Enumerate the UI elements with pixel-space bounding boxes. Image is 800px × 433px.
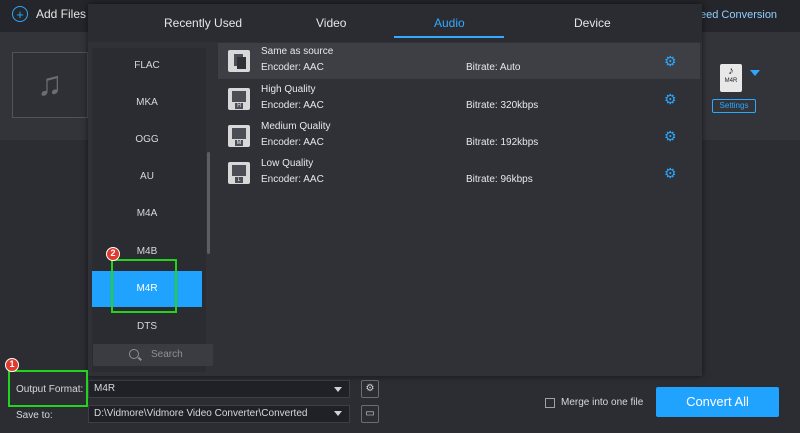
- active-tab-indicator: [394, 36, 504, 38]
- quality-badge: H: [235, 103, 243, 109]
- quality-badge: M: [235, 140, 243, 146]
- quality-name: Medium Quality: [261, 121, 331, 132]
- save-to-path: D:\Vidmore\Vidmore Video Converter\Conve…: [94, 408, 308, 419]
- save-to-label: Save to:: [16, 410, 53, 421]
- music-note-icon: ♫: [37, 65, 63, 103]
- quality-row-medium[interactable]: M Medium Quality Encoder: AAC Bitrate: 1…: [218, 118, 700, 154]
- quality-encoder: Encoder: AAC: [261, 174, 324, 185]
- search-icon: [129, 349, 139, 359]
- speed-conversion-link[interactable]: eed Conversion: [700, 9, 777, 21]
- merge-checkbox[interactable]: [545, 398, 555, 408]
- add-files-button[interactable]: + Add Files: [12, 6, 86, 22]
- chevron-down-icon[interactable]: [334, 387, 342, 392]
- chevron-down-icon[interactable]: [750, 70, 760, 76]
- output-format-select[interactable]: M4R: [88, 380, 350, 398]
- quality-badge: L: [235, 177, 243, 183]
- gear-icon[interactable]: ⚙: [664, 91, 677, 108]
- gear-icon[interactable]: ⚙: [664, 165, 677, 182]
- search-placeholder: Search: [151, 349, 183, 360]
- folder-icon[interactable]: ▭: [361, 405, 379, 423]
- quality-name: Same as source: [261, 46, 334, 57]
- step-badge-2: 2: [106, 247, 120, 261]
- output-format-icon[interactable]: ♪ M4R: [720, 64, 742, 92]
- format-item-flac[interactable]: FLAC: [92, 48, 202, 84]
- quality-name: High Quality: [261, 84, 316, 95]
- step-badge-1: 1: [5, 358, 19, 372]
- format-item-mka[interactable]: MKA: [92, 85, 202, 121]
- tab-device[interactable]: Device: [574, 16, 611, 30]
- quality-row-same-as-source[interactable]: Same as source Encoder: AAC Bitrate: Aut…: [218, 43, 700, 79]
- gear-icon[interactable]: ⚙: [664, 128, 677, 145]
- copy-icon: [228, 50, 250, 72]
- music-note-icon: ♪: [728, 65, 734, 77]
- tab-video[interactable]: Video: [316, 16, 346, 30]
- low-quality-icon: L: [228, 162, 250, 184]
- tab-audio[interactable]: Audio: [434, 16, 465, 30]
- format-item-ogg[interactable]: OGG: [92, 122, 202, 158]
- quality-encoder: Encoder: AAC: [261, 100, 324, 111]
- quality-name: Low Quality: [261, 158, 314, 169]
- quality-encoder: Encoder: AAC: [261, 62, 324, 73]
- quality-bitrate: Bitrate: 320kbps: [466, 100, 539, 111]
- highlight-box-m4r: [111, 259, 177, 313]
- profile-dialog: Recently Used Video Audio Device FLAC MK…: [88, 4, 702, 376]
- highlight-box-output-format: [8, 370, 88, 407]
- format-item-dts[interactable]: DTS: [92, 309, 202, 345]
- quality-row-high[interactable]: H High Quality Encoder: AAC Bitrate: 320…: [218, 81, 700, 117]
- chevron-down-icon[interactable]: [334, 411, 342, 416]
- tab-recently-used[interactable]: Recently Used: [164, 16, 242, 30]
- format-item-m4a[interactable]: M4A: [92, 196, 202, 232]
- format-item-au[interactable]: AU: [92, 159, 202, 195]
- high-quality-icon: H: [228, 88, 250, 110]
- settings-button[interactable]: Settings: [712, 99, 756, 113]
- quality-encoder: Encoder: AAC: [261, 137, 324, 148]
- format-list-scrollbar[interactable]: [207, 152, 210, 254]
- file-thumbnail: ♫: [12, 52, 88, 118]
- format-search-input[interactable]: Search: [93, 344, 213, 366]
- add-files-label: Add Files: [36, 7, 87, 21]
- plus-icon: +: [12, 6, 28, 22]
- save-to-path-field[interactable]: D:\Vidmore\Vidmore Video Converter\Conve…: [88, 405, 350, 423]
- quality-row-low[interactable]: L Low Quality Encoder: AAC Bitrate: 96kb…: [218, 155, 700, 191]
- format-list: FLAC MKA OGG AU M4A M4B M4R DTS: [92, 48, 206, 372]
- gear-icon[interactable]: ⚙: [664, 53, 677, 70]
- quality-bitrate: Bitrate: 96kbps: [466, 174, 533, 185]
- format-badge: M4R: [724, 78, 738, 84]
- merge-label: Merge into one file: [561, 397, 644, 408]
- convert-all-button[interactable]: Convert All: [656, 387, 779, 417]
- quality-bitrate: Bitrate: 192kbps: [466, 137, 539, 148]
- output-format-value: M4R: [94, 383, 116, 394]
- medium-quality-icon: M: [228, 125, 250, 147]
- format-settings-button[interactable]: ⚙: [361, 380, 379, 398]
- quality-bitrate: Bitrate: Auto: [466, 62, 521, 73]
